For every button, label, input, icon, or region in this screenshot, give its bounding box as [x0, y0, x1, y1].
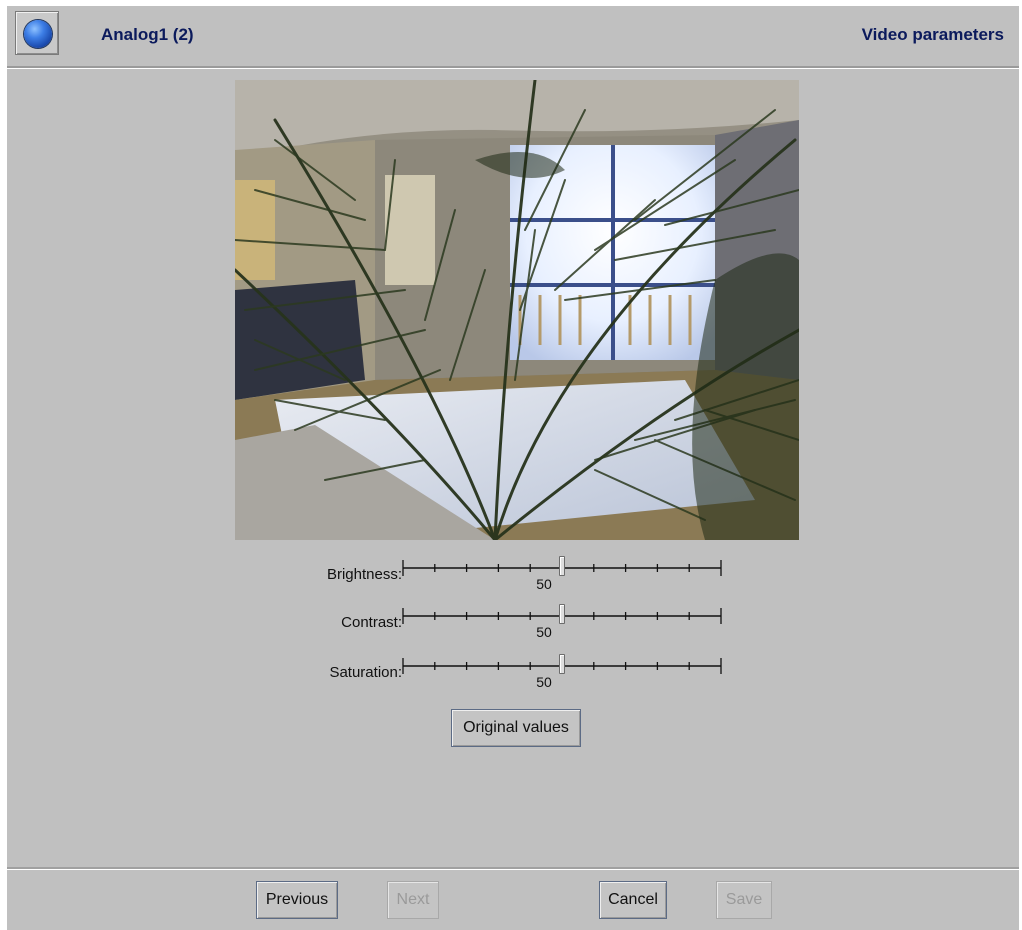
slider-value: 50	[536, 576, 552, 592]
blue-sphere-icon	[24, 20, 52, 48]
brightness-label: Brightness:	[326, 566, 402, 583]
contrast-row: Contrast: 50	[207, 604, 747, 648]
saturation-row: Saturation: 50	[207, 654, 747, 698]
header-divider	[7, 66, 1019, 69]
slider-thumb[interactable]	[559, 556, 565, 576]
saturation-slider[interactable]: 50	[402, 654, 722, 694]
footer-divider	[7, 867, 1019, 870]
save-button[interactable]: Save	[716, 881, 772, 919]
next-button[interactable]: Next	[387, 881, 439, 919]
contrast-label: Contrast:	[341, 614, 402, 631]
wizard-window: Analog1 (2) Video parameters Brightness:…	[7, 6, 1019, 930]
status-button[interactable]	[15, 11, 59, 55]
brightness-row: Brightness: 50	[207, 556, 747, 600]
brightness-slider[interactable]: 50	[402, 556, 722, 596]
camera-preview-image	[235, 80, 799, 540]
original-values-button[interactable]: Original values	[451, 709, 581, 747]
contrast-slider[interactable]: 50	[402, 604, 722, 644]
slider-value: 50	[536, 674, 552, 690]
cancel-button[interactable]: Cancel	[599, 881, 667, 919]
previous-button[interactable]: Previous	[256, 881, 338, 919]
saturation-label: Saturation:	[329, 664, 402, 681]
slider-thumb[interactable]	[559, 654, 565, 674]
page-title: Video parameters	[861, 25, 1004, 44]
device-name: Analog1 (2)	[101, 25, 194, 44]
slider-thumb[interactable]	[559, 604, 565, 624]
header-bar: Analog1 (2) Video parameters	[7, 6, 1019, 66]
slider-value: 50	[536, 624, 552, 640]
